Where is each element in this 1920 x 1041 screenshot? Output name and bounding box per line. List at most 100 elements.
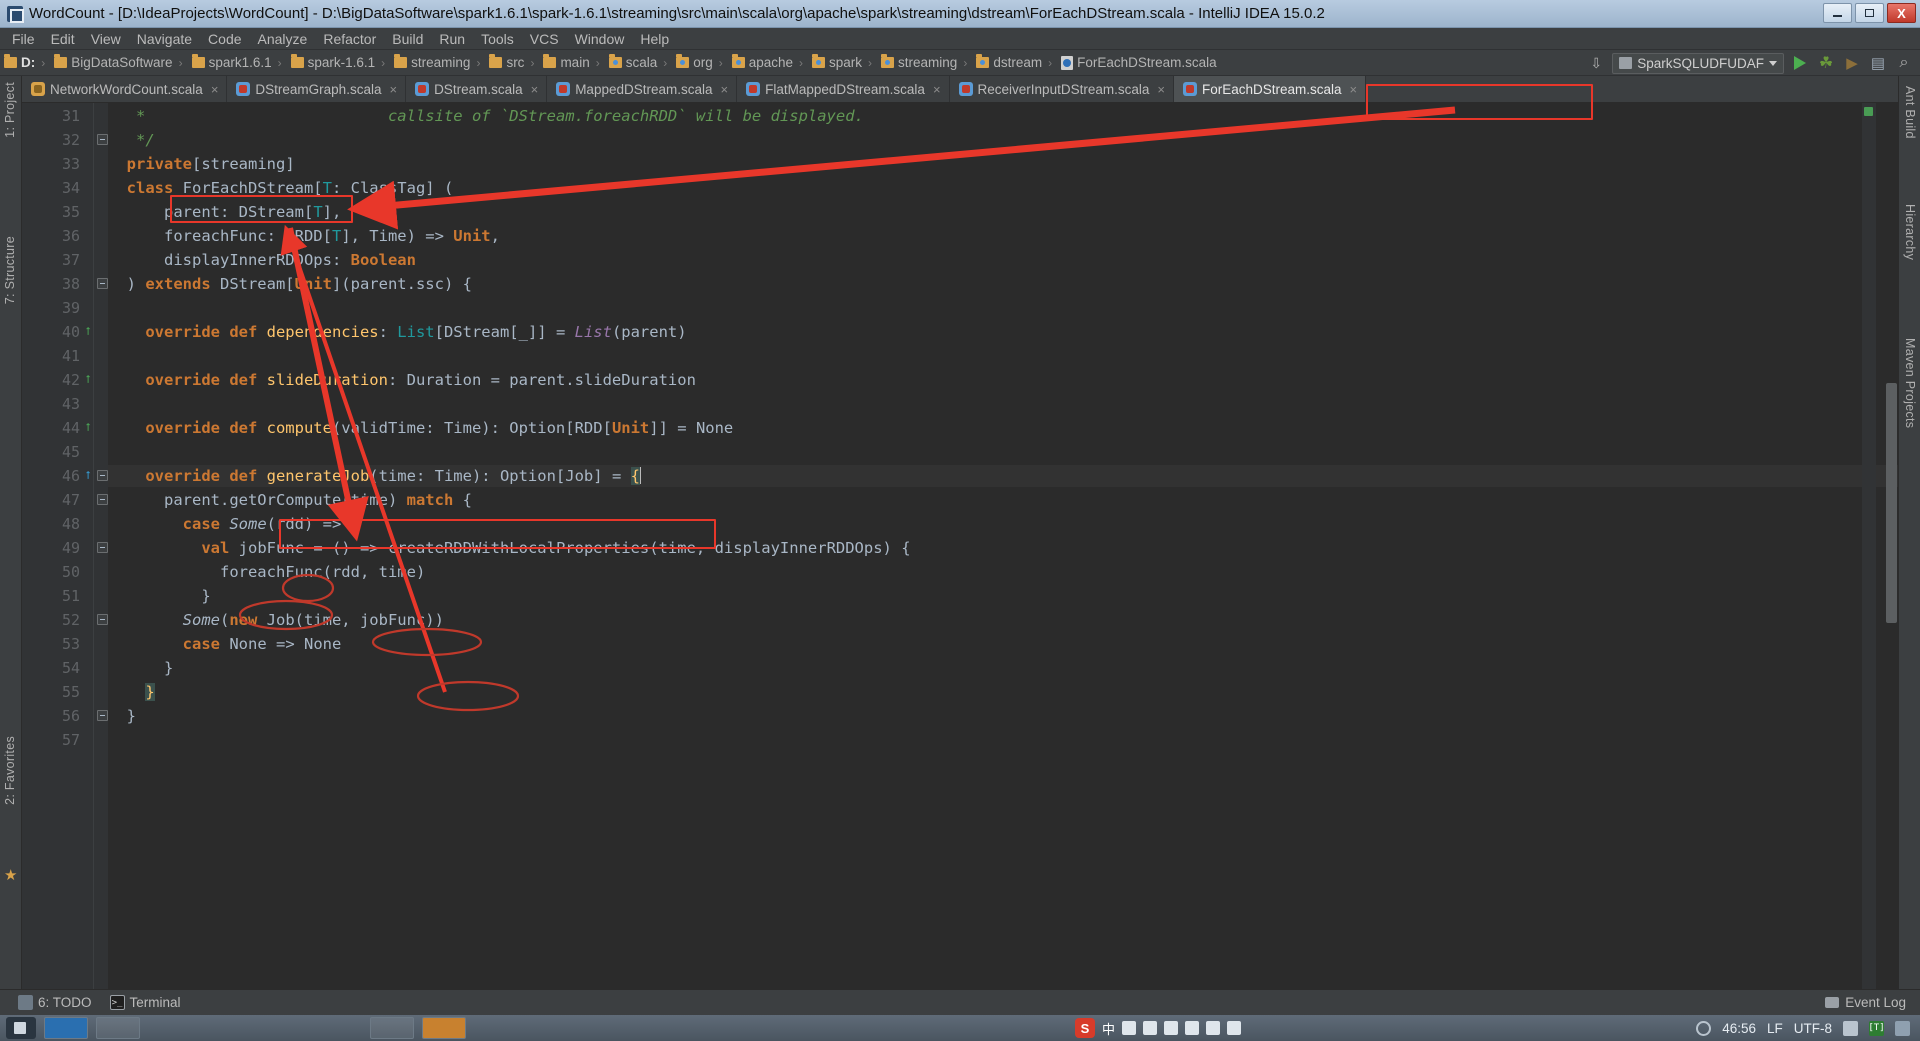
line-separator[interactable]: LF [1767, 1021, 1783, 1036]
code-line[interactable]: override def compute(validTime: Time): O… [108, 417, 733, 439]
search-icon[interactable]: ⌕ [1894, 53, 1914, 73]
menu-item-navigate[interactable]: Navigate [129, 28, 200, 50]
taskbar-item-2[interactable] [96, 1017, 140, 1039]
close-icon[interactable]: × [1157, 82, 1165, 97]
breadcrumb-item-main[interactable]: main › [539, 52, 604, 74]
editor-fold-column[interactable] [94, 103, 108, 989]
close-icon[interactable]: × [211, 82, 219, 97]
breadcrumb-item-org[interactable]: org › [672, 52, 728, 74]
code-line[interactable]: } [108, 585, 210, 607]
sidebar-item-favorites[interactable]: 2: Favorites [3, 736, 17, 805]
breadcrumb-item-spark1.6.1[interactable]: spark1.6.1 › [188, 52, 287, 74]
code-line[interactable]: Some(new Job(time, jobFunc)) [108, 609, 444, 631]
maximize-button[interactable] [1855, 3, 1884, 23]
editor-marker-bar[interactable] [1862, 103, 1876, 989]
code-fold-handle[interactable] [97, 494, 108, 505]
ime-language-label[interactable]: 中 [1102, 1019, 1115, 1038]
code-line[interactable]: parent.getOrCompute(time) match { [108, 489, 472, 511]
code-fold-handle[interactable] [97, 614, 108, 625]
editor-tab-foreachdstream[interactable]: ForEachDStream.scala × [1173, 76, 1367, 102]
editor-tab-receiverinputdstream[interactable]: ReceiverInputDStream.scala × [950, 76, 1174, 102]
close-icon[interactable]: × [933, 82, 941, 97]
editor-tab-flatmappeddstream[interactable]: FlatMappedDStream.scala × [737, 76, 950, 102]
debug-icon[interactable]: ☘ [1816, 53, 1836, 73]
close-icon[interactable]: × [531, 82, 539, 97]
ime-box-icon[interactable] [1206, 1021, 1221, 1035]
editor-scrollbar-thumb[interactable] [1886, 383, 1897, 623]
inspection-icon[interactable] [1696, 1020, 1712, 1036]
breadcrumb-item-streaming[interactable]: streaming › [877, 52, 972, 74]
menu-item-vcs[interactable]: VCS [522, 28, 567, 50]
menu-item-edit[interactable]: Edit [43, 28, 83, 50]
breadcrumb-item-foreachdstream.scala[interactable]: ForEachDStream.scala [1057, 52, 1219, 74]
ime-toolbar[interactable]: S 中 [1075, 1018, 1242, 1038]
code-line[interactable]: val jobFunc = () => createRDDWithLocalPr… [108, 537, 910, 559]
menu-item-refactor[interactable]: Refactor [315, 28, 384, 50]
event-log-button[interactable]: Event Log [1825, 995, 1906, 1010]
editor-tab-networkwordcount[interactable]: NetworkWordCount.scala × [22, 76, 228, 102]
caret-position[interactable]: 46:56 [1722, 1021, 1756, 1036]
file-encoding[interactable]: UTF-8 [1794, 1021, 1832, 1036]
editor-tab-dstreamgraph[interactable]: DStreamGraph.scala × [227, 76, 407, 102]
breadcrumb-item-streaming[interactable]: streaming › [390, 52, 485, 74]
code-fold-handle[interactable] [97, 134, 108, 145]
code-fold-handle[interactable] [97, 542, 108, 553]
breadcrumb-item-apache[interactable]: apache › [728, 52, 808, 74]
tool-window-terminal[interactable]: >_ Terminal [109, 995, 181, 1010]
breadcrumb-item-d[interactable]: D: › [0, 52, 50, 74]
code-line[interactable]: displayInnerRDDOps: Boolean [108, 249, 416, 271]
code-line[interactable]: } [108, 705, 136, 727]
override-gutter-icon[interactable]: ⭡ [82, 321, 94, 343]
code-line[interactable]: ) extends DStream[Unit](parent.ssc) { [108, 273, 472, 295]
editor-code-area[interactable]: * callsite of `DStream.foreachRDD` will … [108, 103, 1898, 989]
menu-item-code[interactable]: Code [200, 28, 249, 50]
taskbar-item-4[interactable] [422, 1017, 466, 1039]
run-icon[interactable] [1790, 53, 1810, 73]
code-fold-handle[interactable] [97, 278, 108, 289]
ime-pen-icon[interactable] [1122, 1021, 1137, 1035]
coverage-icon[interactable]: ▶ [1842, 53, 1862, 73]
close-icon[interactable]: × [721, 82, 729, 97]
breadcrumb-item-dstream[interactable]: dstream › [972, 52, 1057, 74]
menu-item-tools[interactable]: Tools [473, 28, 522, 50]
sidebar-item-ant-build[interactable]: Ant Build [1903, 86, 1917, 139]
unlocked-icon[interactable] [1843, 1020, 1858, 1036]
menu-item-help[interactable]: Help [632, 28, 677, 50]
code-line[interactable]: */ [108, 129, 155, 151]
menu-item-view[interactable]: View [83, 28, 129, 50]
code-fold-handle[interactable] [97, 470, 108, 481]
editor-gutter[interactable]: 31 32 33 34 35 36 37 38 39 40 ⭡ 41 42 ⭡ 43 44 ⭡ 45 46 ⭡ 47 48… [22, 103, 94, 989]
breadcrumb-item-scala[interactable]: scala › [605, 52, 673, 74]
code-line[interactable]: parent: DStream[T], [108, 201, 341, 223]
download-updates-icon[interactable]: ⇩ [1586, 53, 1606, 73]
code-line[interactable]: case Some(rdd) => [108, 513, 342, 535]
ime-settings-icon[interactable] [1227, 1021, 1242, 1035]
start-button[interactable] [6, 1017, 36, 1039]
code-line[interactable]: * callsite of `DStream.foreachRDD` will … [108, 105, 864, 127]
code-line[interactable]: case None => None [108, 633, 342, 655]
override-gutter-icon[interactable]: ⭡ [82, 417, 94, 439]
code-line[interactable]: override def slideDuration: Duration = p… [108, 369, 696, 391]
code-editor[interactable]: 31 32 33 34 35 36 37 38 39 40 ⭡ 41 42 ⭡ 43 44 ⭡ 45 46 ⭡ 47 48… [22, 103, 1898, 989]
override-gutter-icon[interactable]: ⭡ [82, 369, 94, 391]
tool-window-todo[interactable]: 6: TODO [18, 995, 92, 1010]
breadcrumb-item-spark-1.6.1[interactable]: spark-1.6.1 › [287, 52, 391, 74]
sidebar-item-hierarchy[interactable]: Hierarchy [1903, 204, 1917, 260]
code-line[interactable]: override def dependencies: List[DStream[… [108, 321, 686, 343]
build-icon[interactable]: ▤ [1868, 53, 1888, 73]
sidebar-item-maven-projects[interactable]: Maven Projects [1903, 338, 1917, 428]
taskbar-item-1[interactable] [44, 1017, 88, 1039]
ime-badge-icon[interactable]: [T] [1868, 1020, 1885, 1036]
minimize-button[interactable] [1823, 3, 1852, 23]
favorites-star-icon[interactable]: ★ [4, 866, 17, 884]
code-fold-handle[interactable] [97, 710, 108, 721]
editor-tab-mappeddstream[interactable]: MappedDStream.scala × [547, 76, 738, 102]
ime-tool-icon[interactable] [1185, 1021, 1200, 1035]
close-icon[interactable]: × [389, 82, 397, 97]
override-gutter-icon[interactable]: ⭡ [82, 465, 94, 487]
breadcrumb-item-src[interactable]: src › [485, 52, 539, 74]
run-configuration-selector[interactable]: SparkSQLUDFUDAF [1612, 52, 1784, 74]
breadcrumb-item-spark[interactable]: spark › [808, 52, 877, 74]
code-line[interactable]: } [108, 681, 155, 703]
close-icon[interactable]: × [1350, 82, 1358, 97]
